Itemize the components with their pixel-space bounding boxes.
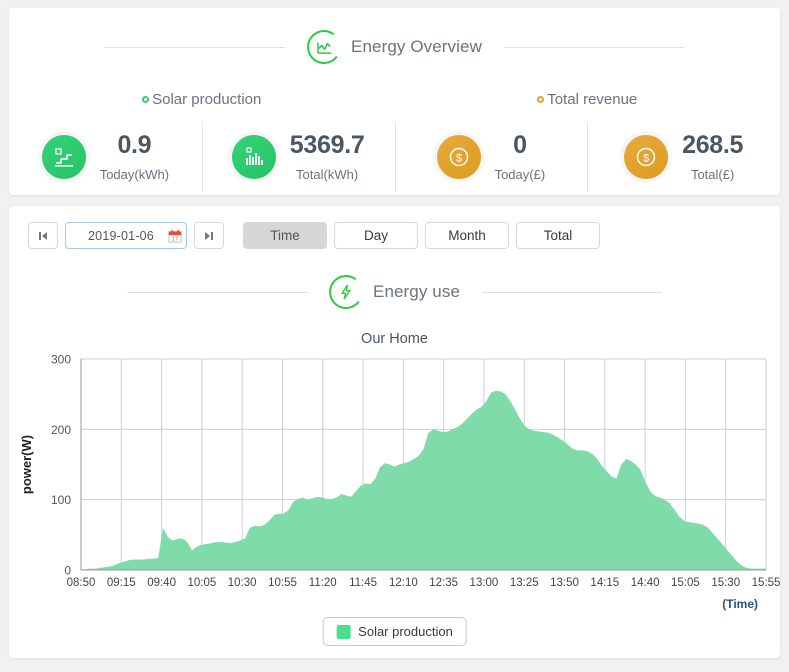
revenue-marker-icon [537, 96, 545, 103]
svg-text:12:35: 12:35 [429, 577, 458, 589]
stat-value: 5369.7 [289, 130, 365, 159]
svg-text:13:25: 13:25 [510, 577, 539, 589]
stat-row: 0.9 Today(kWh) 5369.7 Total(kWh) $ 0 Tod… [9, 120, 780, 194]
group-label: Total revenue [547, 91, 638, 108]
svg-text:0: 0 [64, 564, 71, 578]
line-chart-circle-icon [304, 27, 344, 67]
svg-text:13:00: 13:00 [470, 577, 499, 589]
range-button-total[interactable]: Total [516, 222, 600, 249]
previous-period-button[interactable] [28, 222, 58, 249]
dollar-coin-icon: $ [436, 135, 481, 179]
svg-text:09:40: 09:40 [147, 577, 176, 589]
legend-label: Solar production [358, 624, 453, 639]
svg-text:200: 200 [51, 423, 71, 437]
legend-swatch-icon [336, 624, 351, 639]
group-total-revenue: Total revenue [395, 91, 781, 108]
date-value: 2019-01-06 [88, 228, 154, 243]
range-button-day[interactable]: Day [334, 222, 418, 249]
chart-title: Our Home [361, 331, 428, 347]
stat-label: Today(£) [494, 167, 546, 183]
svg-text:14:40: 14:40 [631, 577, 660, 589]
next-period-button[interactable] [194, 222, 224, 249]
svg-text:15:55: 15:55 [752, 577, 780, 589]
svg-text:15:05: 15:05 [671, 577, 700, 589]
energy-overview-card: Energy Overview Solar production Total r… [9, 8, 780, 195]
date-input[interactable]: 2019-01-06 17 [65, 222, 187, 249]
svg-text:10:05: 10:05 [187, 577, 216, 589]
header-rule-right [503, 46, 684, 48]
energy-chart: 0 100 200 300 08:50 09:15 09:40 10:05 10:30 10:55… [9, 353, 780, 611]
chart-toolbar: 2019-01-06 17 Time Day Month Total [9, 206, 780, 249]
stat-total-kwh: 5369.7 Total(kWh) [201, 120, 395, 194]
group-solar-production: Solar production [9, 91, 395, 108]
svg-text:17: 17 [172, 236, 178, 242]
stat-label: Today(kWh) [99, 167, 170, 183]
svg-text:13:50: 13:50 [550, 577, 579, 589]
svg-text:10:30: 10:30 [228, 577, 257, 589]
stat-label: Total(kWh) [296, 167, 359, 183]
lightning-circle-icon [326, 272, 366, 312]
calendar-icon: 17 [168, 229, 182, 243]
svg-text:100: 100 [51, 493, 71, 507]
header-rule-left [127, 291, 307, 293]
svg-text:14:15: 14:15 [590, 577, 619, 589]
svg-text:11:20: 11:20 [309, 577, 337, 589]
svg-text:power(W): power(W) [19, 435, 34, 494]
bar-chart-icon [231, 135, 276, 179]
svg-text:$: $ [456, 152, 462, 164]
range-button-month[interactable]: Month [425, 222, 509, 249]
solar-curve-icon [41, 135, 86, 179]
stat-value: 268.5 [682, 130, 744, 159]
header-rule-right [482, 291, 662, 293]
energy-use-title: Energy use [373, 282, 460, 301]
stat-today-revenue: $ 0 Today(£) [394, 120, 588, 194]
energy-use-header: Energy use [9, 272, 780, 312]
svg-text:11:45: 11:45 [349, 577, 377, 589]
skip-next-icon [205, 231, 213, 240]
stat-total-revenue: $ 268.5 Total(£) [587, 120, 780, 194]
x-axis-label: (Time) [722, 597, 758, 611]
range-button-time[interactable]: Time [243, 222, 327, 249]
chart-legend[interactable]: Solar production [322, 617, 467, 646]
svg-text:15:30: 15:30 [711, 577, 740, 589]
chart-svg: 0 100 200 300 08:50 09:15 09:40 10:05 10:30 10:55… [19, 353, 780, 589]
header-rule-left [105, 46, 286, 48]
dollar-coin-icon: $ [624, 135, 669, 179]
stat-label: Total(£) [690, 167, 735, 183]
svg-text:08:50: 08:50 [67, 577, 96, 589]
solar-marker-icon [142, 96, 150, 103]
range-button-group: Time Day Month Total [243, 222, 600, 249]
dashboard-page: Energy Overview Solar production Total r… [0, 0, 789, 672]
svg-text:$: $ [643, 152, 649, 164]
stat-value: 0 [513, 130, 527, 159]
group-label: Solar production [152, 91, 262, 108]
stat-value: 0.9 [117, 130, 152, 159]
svg-text:10:55: 10:55 [268, 577, 297, 589]
svg-text:12:10: 12:10 [389, 577, 418, 589]
overview-header: Energy Overview [9, 27, 780, 67]
overview-title: Energy Overview [351, 37, 482, 56]
skip-previous-icon [39, 231, 47, 240]
energy-use-card: 2019-01-06 17 Time Day Month Total Energ… [9, 206, 780, 658]
stat-today-kwh: 0.9 Today(kWh) [9, 120, 202, 194]
svg-text:09:15: 09:15 [107, 577, 136, 589]
overview-group-labels: Solar production Total revenue [9, 91, 780, 108]
svg-text:300: 300 [51, 353, 71, 367]
